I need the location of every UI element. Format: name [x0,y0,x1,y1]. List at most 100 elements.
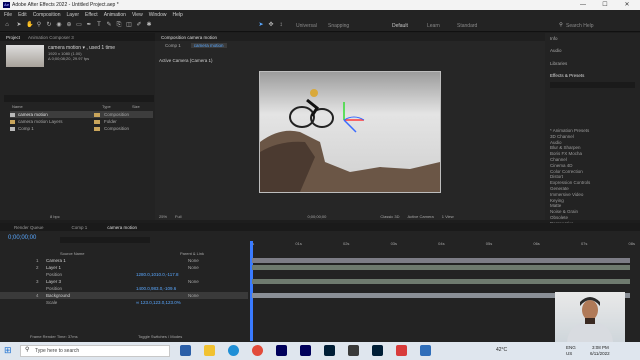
parent-dropdown[interactable]: None [188,265,199,270]
effects-category-item[interactable]: Distort [550,174,563,179]
tab-project[interactable]: Project [6,35,20,40]
effects-category-item[interactable]: Noise & Grain [550,209,578,214]
close-button[interactable]: ✕ [619,1,635,9]
col-size[interactable]: Size [132,104,140,109]
edge-icon[interactable] [228,345,239,356]
workspace-learn[interactable]: Learn [427,23,440,29]
app-icon[interactable] [396,345,407,356]
brush-tool-icon[interactable]: ✎ [106,22,112,28]
rotate-tool-icon[interactable]: ↻ [46,22,52,28]
menu-help[interactable]: Help [172,12,182,18]
rectangle-tool-icon[interactable]: ▭ [76,22,82,28]
layer-bar[interactable] [252,265,630,270]
maximize-button[interactable]: ☐ [597,1,613,9]
menu-composition[interactable]: Composition [33,12,61,18]
clock-date[interactable]: 6/11/2022 [590,351,610,356]
effects-category-item[interactable]: Obsolete [550,215,568,220]
project-item[interactable]: Comp 1 Composition [10,125,153,132]
audio-panel-tab[interactable]: Audio [550,48,562,53]
effects-category-item[interactable]: Expression Controls [550,180,590,185]
layer-name[interactable]: Background [46,293,188,298]
track-xy-icon[interactable]: ✥ [268,22,274,28]
info-panel-tab[interactable]: Info [550,36,558,41]
workspace-default[interactable]: Default [392,23,408,29]
col-source-name[interactable]: Source Name [60,251,180,256]
col-parent-link[interactable]: Parent & Link [180,251,204,256]
lightroom-icon[interactable] [324,345,335,356]
menu-layer[interactable]: Layer [66,12,79,18]
project-item[interactable]: camera motion Composition [10,111,153,118]
project-item[interactable]: camera motion Layers Folder [10,118,153,125]
tab-comp-1[interactable]: Comp 1 [165,43,181,48]
effects-category-item[interactable]: * Animation Presets [550,128,589,133]
chrome-icon[interactable] [252,345,263,356]
puppet-tool-icon[interactable]: ✱ [146,22,152,28]
timeline-search-input[interactable] [60,237,150,243]
roto-brush-tool-icon[interactable]: ✐ [136,22,142,28]
pan-behind-tool-icon[interactable]: ⊕ [66,22,72,28]
menu-edit[interactable]: Edit [18,12,27,18]
camera-view-dropdown[interactable]: Active Camera [408,214,434,219]
tab-camera-motion[interactable]: camera motion [107,225,137,230]
bpc-toggle[interactable]: 8 bpc [50,214,60,219]
file-explorer-icon[interactable] [204,345,215,356]
effects-presets-title[interactable]: Effects & Presets [550,73,584,78]
layer-bar[interactable] [252,279,630,284]
pen-tool-icon[interactable]: ✒ [86,22,92,28]
parent-dropdown[interactable]: None [188,279,199,284]
after-effects-icon[interactable] [300,345,311,356]
search-help-field[interactable]: Search Help [566,23,594,29]
layer-row[interactable]: 2 Layer 1 None [0,264,248,271]
project-search-input[interactable] [4,95,154,102]
effects-category-item[interactable]: Matte [550,203,561,208]
effects-category-item[interactable]: Blur & Sharpen [550,145,581,150]
toggle-switches-modes[interactable]: Toggle Switches / Modes [138,334,182,339]
menu-file[interactable]: File [4,12,12,18]
clock-time[interactable]: 3:08 PM [592,345,609,350]
property-value[interactable]: ∞ 123.0,123.0,123.0% [136,300,181,305]
current-time-indicator[interactable] [250,241,253,341]
effects-category-item[interactable]: Color Correction [550,169,583,174]
input-language[interactable]: ENG [566,345,576,350]
tab-render-queue[interactable]: Render Queue [14,225,44,230]
effects-search-input[interactable] [550,82,635,88]
input-region[interactable]: US [566,351,572,356]
col-name[interactable]: Name [12,104,102,109]
universal-label[interactable]: Universal [296,23,317,29]
layer-name[interactable]: Layer 1 [46,265,188,270]
photoshop-icon[interactable] [372,345,383,356]
layer-bar[interactable] [252,258,630,263]
type-tool-icon[interactable]: T [96,22,102,28]
tab-animation-composer[interactable]: Animation Composer 3 [28,35,74,40]
clone-stamp-tool-icon[interactable]: ⎘ [116,22,122,28]
menu-window[interactable]: Window [149,12,167,18]
effects-category-item[interactable]: Generate [550,186,569,191]
app-icon[interactable] [348,345,359,356]
selection-tool-icon[interactable]: ➤ [16,22,22,28]
current-time-readout[interactable]: 0;00;00;00 [307,214,326,219]
layer-row[interactable]: 4 Background None [0,292,248,299]
hand-tool-icon[interactable]: ✋ [26,22,33,28]
effects-category-item[interactable]: 3D Channel [550,134,574,139]
track-z-icon[interactable]: ↕ [278,22,284,28]
label-color-swatch[interactable] [94,126,100,131]
menu-effect[interactable]: Effect [85,12,98,18]
property-value[interactable]: 1400.0,983.0,-109.6 [136,286,176,291]
effects-category-item[interactable]: Channel [550,157,567,162]
taskbar-search-input[interactable]: Type here to search [20,345,170,357]
menu-view[interactable]: View [132,12,143,18]
zoom-tool-icon[interactable]: ⚲ [36,22,42,28]
snapping-toggle[interactable]: Snapping [328,23,349,29]
layer-row[interactable]: 3 Layer 3 None [0,278,248,285]
comp-frame[interactable] [259,71,441,193]
parent-dropdown[interactable]: None [188,293,199,298]
effects-category-item[interactable]: Cinema 4D [550,163,573,168]
weather-readout[interactable]: 42°C [496,347,507,353]
resolution-dropdown[interactable]: Full [175,214,181,219]
property-value[interactable]: 1280.0,1010.0,-117.8 [136,272,178,277]
label-color-swatch[interactable] [94,119,100,124]
renderer-dropdown[interactable]: Classic 3D [380,214,399,219]
tab-camera-motion[interactable]: camera motion [190,43,227,48]
orbit-camera-icon[interactable]: ➤ [258,22,264,28]
task-view-icon[interactable] [180,345,191,356]
